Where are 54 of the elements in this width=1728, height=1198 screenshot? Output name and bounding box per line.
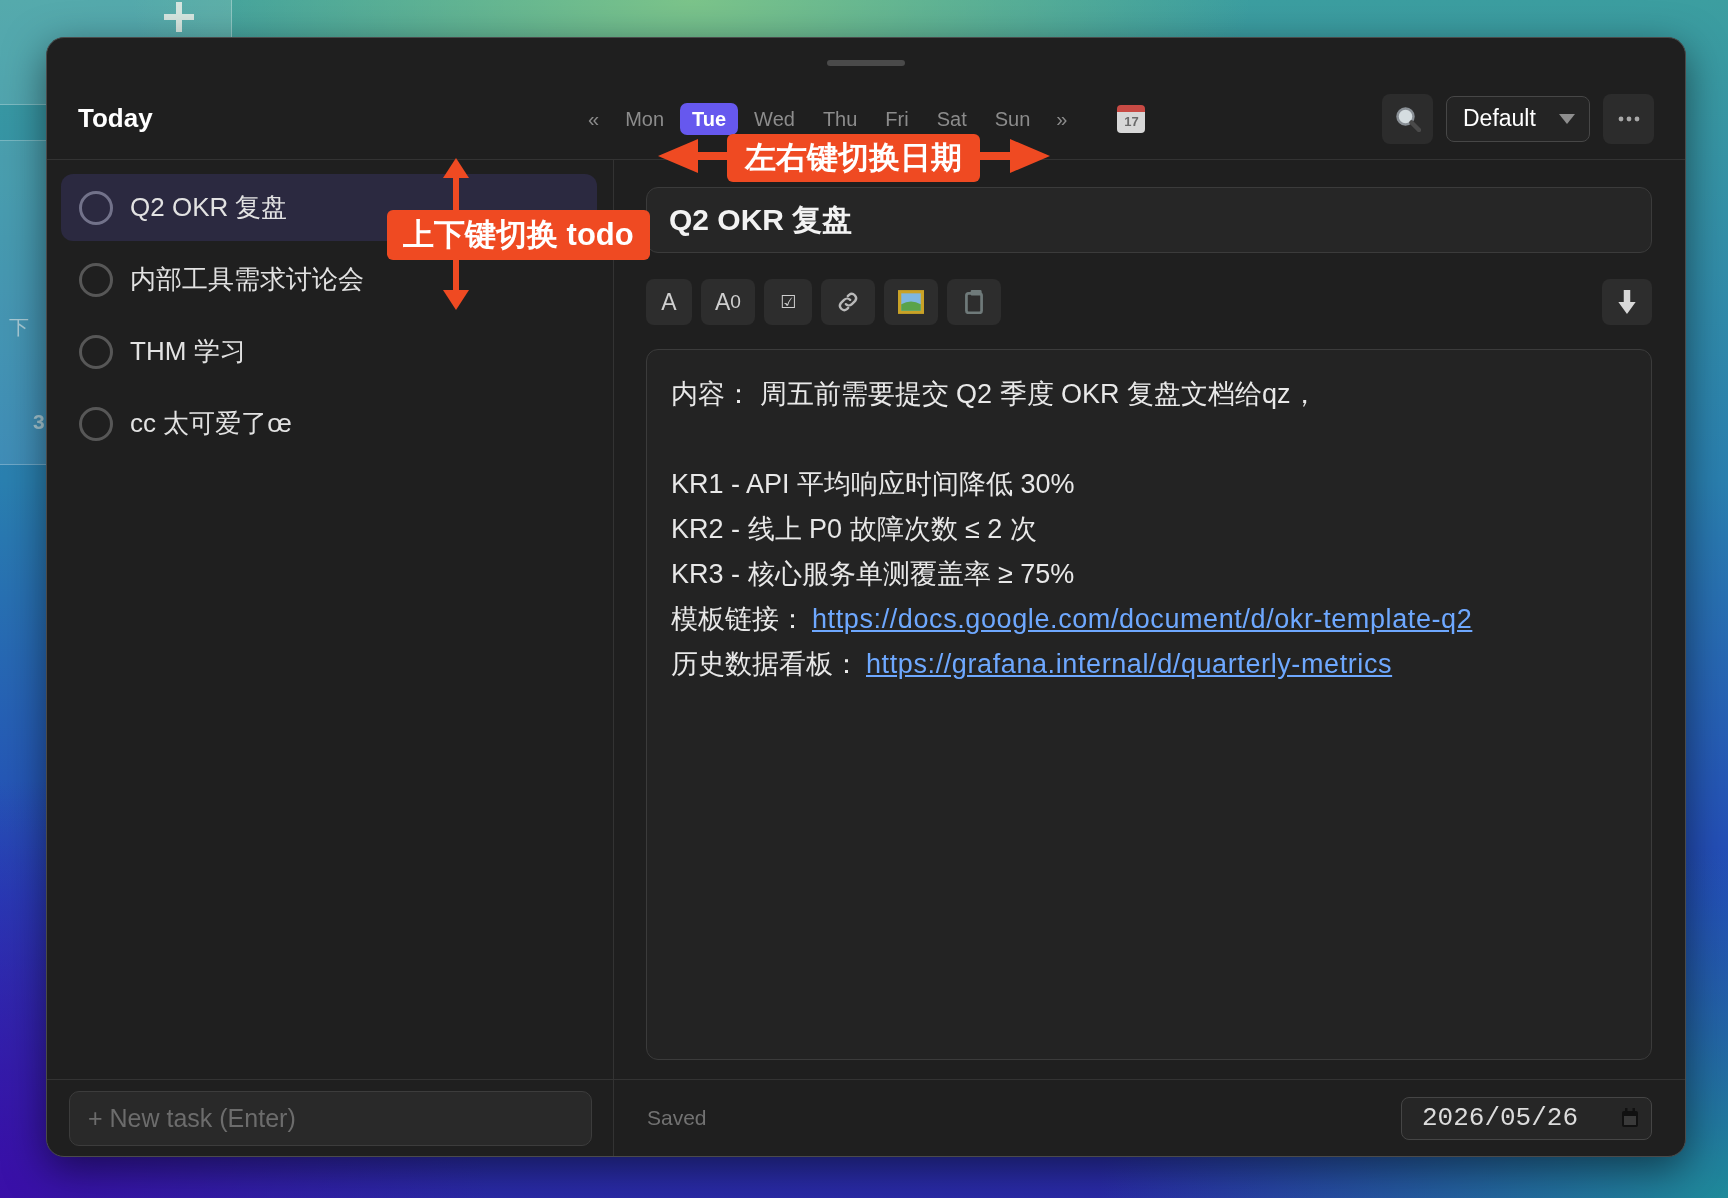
calendar-button[interactable]: 17 bbox=[1117, 104, 1146, 133]
note-text: KR3 - 核心服务单测覆盖率 ≥ 75% bbox=[671, 558, 1076, 591]
search-icon bbox=[1394, 105, 1421, 132]
note-text: KR1 - API 平均响应时间降低 30% bbox=[671, 468, 1076, 501]
todo-title: 内部工具需求讨论会 bbox=[130, 263, 364, 296]
shortcut-hint-tooltip: 左右键切换日期 bbox=[727, 134, 980, 182]
day-tab[interactable]: Tue bbox=[680, 102, 739, 135]
circle-icon[interactable] bbox=[79, 406, 113, 441]
view-title: Today bbox=[78, 103, 153, 133]
search-button[interactable] bbox=[1382, 93, 1433, 144]
download-button[interactable] bbox=[1602, 279, 1652, 325]
notes-field[interactable] bbox=[646, 349, 1652, 1060]
view-dropdown[interactable]: Default bbox=[1446, 95, 1590, 142]
widget-label: 下 bbox=[9, 315, 29, 340]
circle-icon[interactable] bbox=[79, 334, 113, 369]
circle-icon[interactable] bbox=[79, 262, 113, 297]
day-tab[interactable]: Fri bbox=[873, 102, 921, 135]
todo-title: cc 太可爱了œ bbox=[130, 407, 292, 440]
more-icon bbox=[1617, 115, 1640, 122]
insert-link-button[interactable] bbox=[821, 279, 876, 325]
circle-icon[interactable] bbox=[79, 190, 113, 225]
note-text: KR2 - 线上 P0 故障次数 ≤ 2 次 bbox=[671, 513, 1038, 546]
date-field[interactable]: 2026/05/26 bbox=[1401, 1096, 1652, 1140]
note-text: 内容： 周五前需要提交 Q2 季度 OKR 复盘文档给qz， bbox=[671, 378, 1319, 411]
todo-title: Q2 OKR 复盘 bbox=[130, 191, 288, 224]
day-tab[interactable]: Sat bbox=[924, 102, 979, 135]
widget-value: 3 bbox=[33, 410, 45, 434]
title-field[interactable]: Q2 OKR 复盘 bbox=[646, 187, 1652, 253]
save-status: Saved bbox=[647, 1106, 707, 1130]
more-button[interactable] bbox=[1603, 93, 1654, 144]
day-tab[interactable]: Thu bbox=[810, 102, 870, 135]
caret-icon bbox=[1559, 113, 1575, 124]
link-label: 模板链接： bbox=[671, 604, 806, 634]
day-tab[interactable]: Wed bbox=[742, 102, 807, 135]
todo-title: THM 学习 bbox=[130, 335, 246, 368]
new-task-field[interactable]: + New task (Enter) bbox=[69, 1090, 592, 1146]
day-tab[interactable]: Sun bbox=[982, 102, 1043, 135]
picture-icon bbox=[898, 290, 925, 314]
insert-image-button[interactable] bbox=[884, 279, 939, 325]
link[interactable]: https://docs.google.com/document/d/okr-template-q2 bbox=[812, 604, 1473, 634]
previous-week-button[interactable]: « bbox=[578, 102, 610, 135]
todo-item[interactable]: cc 太可爱了œ bbox=[61, 390, 597, 457]
link-label: 历史数据看板： bbox=[671, 649, 860, 679]
drag-handle[interactable] bbox=[827, 60, 905, 66]
plus-icon bbox=[164, 2, 194, 32]
link[interactable]: https://grafana.internal/d/quarterly-metrics bbox=[866, 649, 1393, 679]
format-button[interactable]: A bbox=[646, 279, 692, 325]
shortcut-hint-tooltip: 上下键切换 todo bbox=[387, 210, 650, 260]
format-button[interactable]: ☑ bbox=[764, 279, 813, 325]
next-week-button[interactable]: » bbox=[1046, 102, 1078, 135]
todo-item[interactable]: THM 学习 bbox=[61, 318, 597, 385]
day-tab[interactable]: Mon bbox=[613, 102, 677, 135]
paste-button[interactable] bbox=[947, 279, 1002, 325]
calendar-icon bbox=[1621, 1108, 1639, 1128]
